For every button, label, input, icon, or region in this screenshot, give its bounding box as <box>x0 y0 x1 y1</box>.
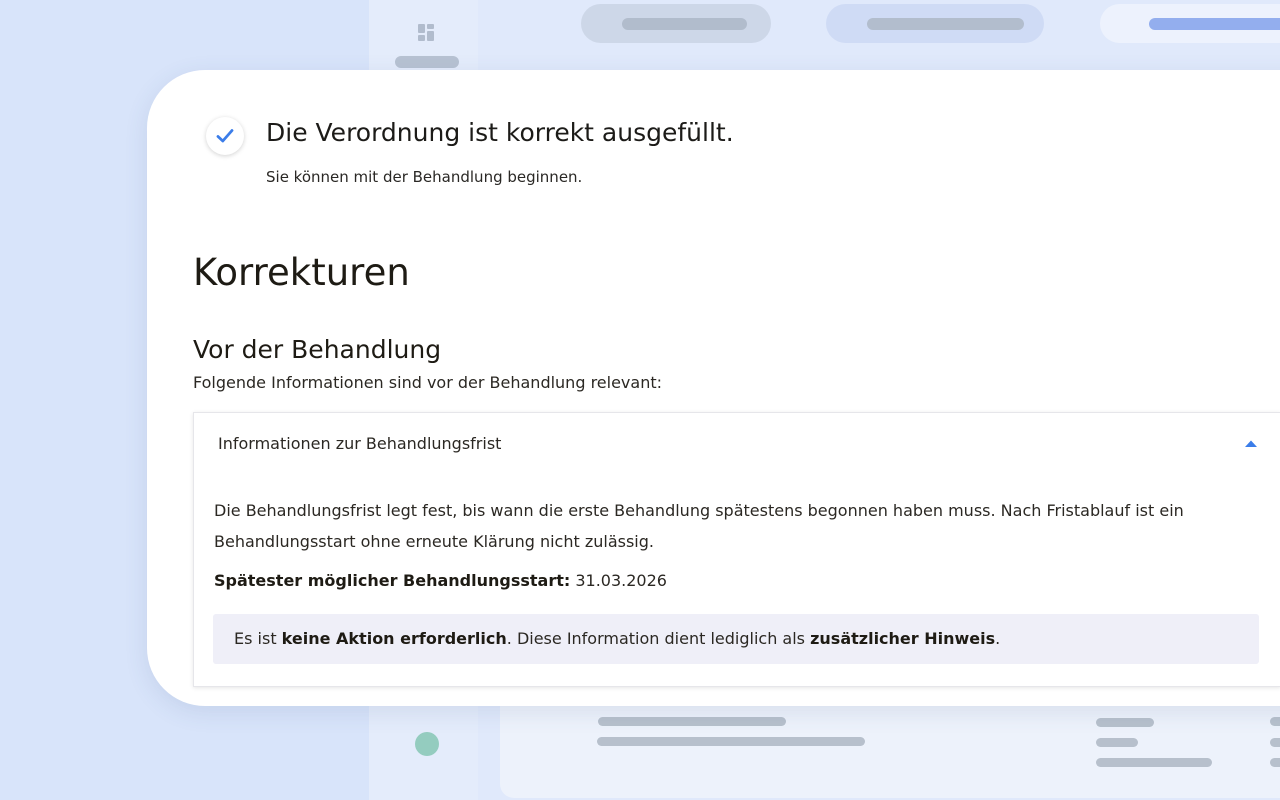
accordion-title: Informationen zur Behandlungsfrist <box>218 434 502 453</box>
background-panel <box>500 690 1280 798</box>
subsection-description: Folgende Informationen sind vor der Beha… <box>193 373 662 392</box>
section-title: Korrekturen <box>193 251 410 294</box>
dashboard-icon <box>418 24 434 41</box>
check-icon <box>216 129 234 143</box>
background-tab <box>581 4 771 43</box>
chevron-up-icon[interactable] <box>1244 439 1258 448</box>
deadline-label: Spätester möglicher Behandlungsstart: <box>214 571 571 590</box>
accordion-body-text: Die Behandlungsfrist legt fest, bis wann… <box>214 501 1184 551</box>
background-sidebar-label <box>395 56 459 68</box>
deadline-accordion: Informationen zur Behandlungsfrist Die B… <box>193 412 1280 687</box>
status-title: Die Verordnung ist korrekt ausgefüllt. <box>266 118 734 147</box>
subsection-title: Vor der Behandlung <box>193 335 442 364</box>
background-tab-active <box>1100 4 1280 43</box>
deadline-value: 31.03.2026 <box>575 571 667 590</box>
info-box: Es ist keine Aktion erforderlich. Diese … <box>213 614 1259 664</box>
deadline-row: Spätester möglicher Behandlungsstart: 31… <box>214 571 667 590</box>
accordion-header[interactable]: Informationen zur Behandlungsfrist <box>194 413 1280 475</box>
status-subtitle: Sie können mit der Behandlung beginnen. <box>266 168 583 186</box>
info-text: Es ist keine Aktion erforderlich. Diese … <box>234 629 1001 648</box>
success-badge <box>206 117 244 155</box>
background-tab <box>826 4 1044 43</box>
background-status-dot <box>415 732 439 756</box>
